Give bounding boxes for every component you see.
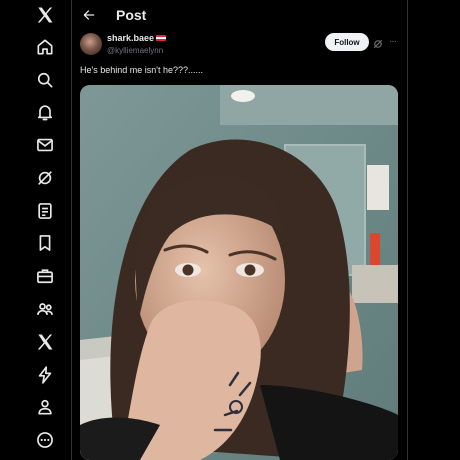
flag-icon: [156, 35, 167, 41]
home-icon[interactable]: [34, 36, 56, 58]
explore-icon[interactable]: [34, 69, 56, 91]
author-name-row[interactable]: shark.baee: [107, 33, 167, 43]
grok-icon[interactable]: [34, 167, 56, 189]
more-options-icon[interactable]: ···: [389, 36, 397, 47]
notifications-icon[interactable]: [34, 101, 56, 123]
sidebar: [0, 0, 72, 460]
author-handle[interactable]: @kylliemaelynn: [107, 46, 163, 55]
post-column: Post shark.baee @kylliemaelynn Follow ··…: [72, 0, 408, 460]
post-text: He's behind me isn't he???......: [80, 65, 204, 75]
x-logo-icon[interactable]: [34, 4, 56, 26]
follow-button[interactable]: Follow: [325, 33, 369, 51]
page-title: Post: [116, 7, 147, 23]
post-author-row: shark.baee @kylliemaelynn Follow ···: [72, 30, 407, 64]
bookmarks-icon[interactable]: [34, 232, 56, 254]
back-arrow-icon[interactable]: [80, 6, 98, 24]
more-icon[interactable]: [34, 429, 56, 451]
communities-icon[interactable]: [34, 298, 56, 320]
verified-orgs-icon[interactable]: [34, 364, 56, 386]
display-name[interactable]: shark.baee: [107, 33, 154, 43]
grok-explain-icon[interactable]: [372, 37, 384, 49]
profile-icon[interactable]: [34, 396, 56, 418]
avatar[interactable]: [80, 33, 102, 55]
post-image[interactable]: [80, 85, 398, 460]
messages-icon[interactable]: [34, 134, 56, 156]
jobs-icon[interactable]: [34, 265, 56, 287]
premium-icon[interactable]: [34, 331, 56, 353]
lists-icon[interactable]: [34, 200, 56, 222]
post-header: Post: [72, 0, 407, 30]
